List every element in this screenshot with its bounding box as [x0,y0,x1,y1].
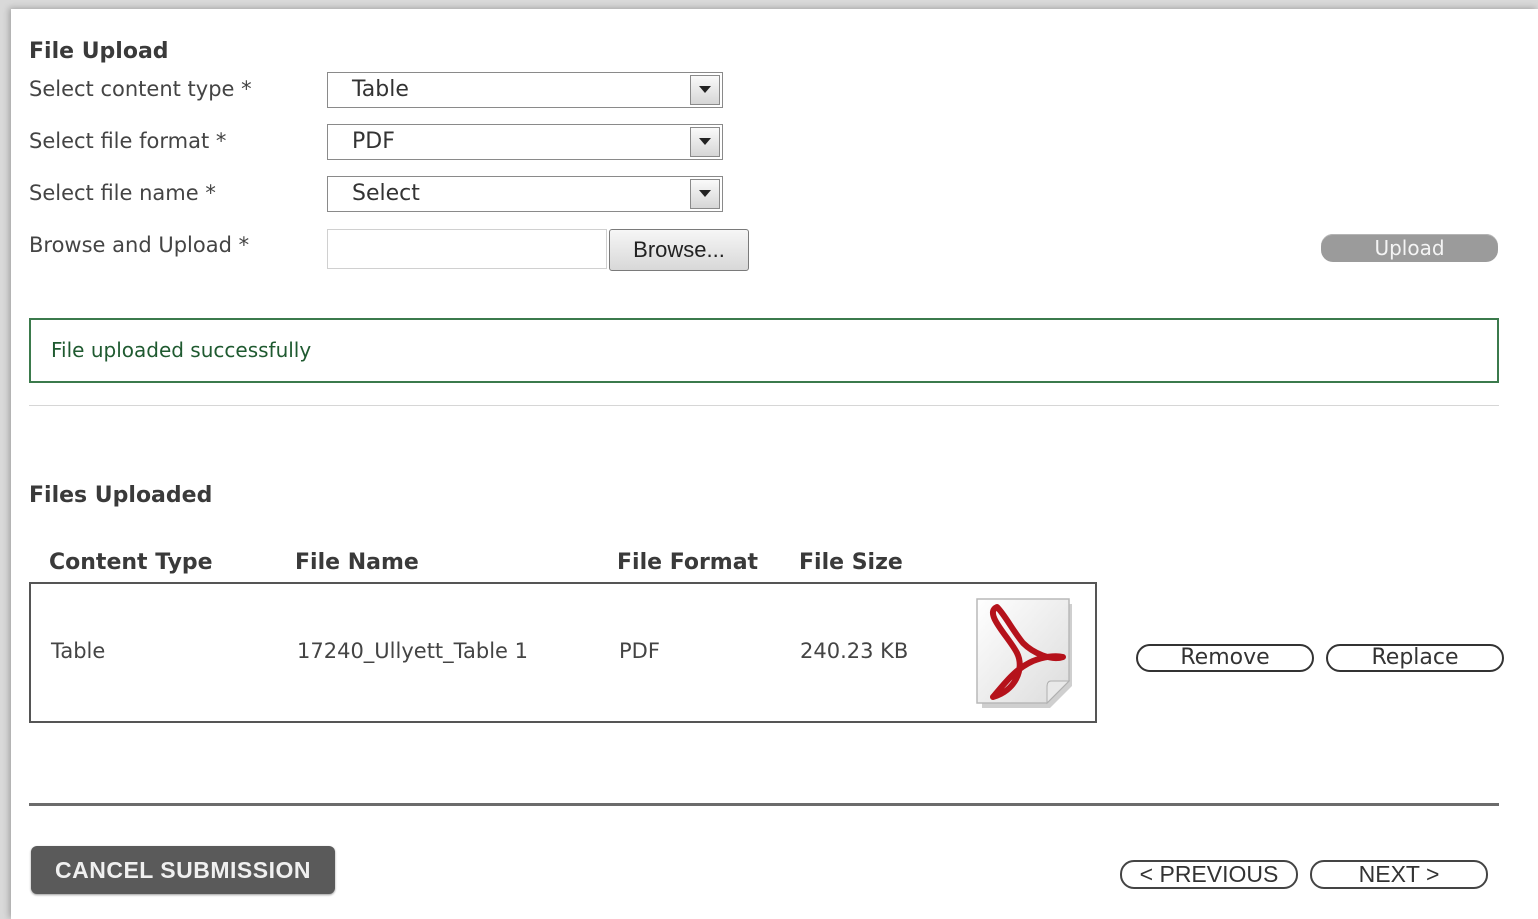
footer-divider [29,803,1499,806]
next-button[interactable]: NEXT > [1310,860,1488,889]
content-type-dropdown-button[interactable] [690,75,720,105]
remove-button[interactable]: Remove [1136,644,1314,672]
browse-button[interactable]: Browse... [609,229,749,271]
chevron-down-icon [699,138,711,145]
row-file-size: 240.23 KB [800,639,909,663]
file-upload-title: File Upload [29,39,169,64]
row-file-format: PDF [619,639,660,663]
row-content-type: Table [51,639,106,663]
replace-button[interactable]: Replace [1326,644,1504,672]
file-format-value: PDF [352,129,395,154]
file-name-label: Select file name * [29,181,216,205]
table-row [29,582,1097,723]
pdf-file-icon[interactable] [975,597,1075,709]
previous-button[interactable]: < PREVIOUS [1120,860,1298,889]
files-uploaded-title: Files Uploaded [29,483,213,508]
column-header-file-name: File Name [295,550,419,575]
file-name-value: Select [352,181,420,206]
browse-upload-label: Browse and Upload * [29,233,250,257]
content-type-label: Select content type * [29,77,252,101]
success-message-box: File uploaded successfully [29,318,1499,383]
upload-button[interactable]: Upload [1321,234,1498,262]
chevron-down-icon [699,190,711,197]
file-format-dropdown-button[interactable] [690,127,720,157]
column-header-file-size: File Size [799,550,903,575]
column-header-content-type: Content Type [49,550,213,575]
content-type-select[interactable]: Table [327,72,723,108]
file-format-select[interactable]: PDF [327,124,723,160]
column-header-file-format: File Format [617,550,759,575]
cancel-submission-button[interactable]: CANCEL SUBMISSION [31,846,335,894]
file-format-label: Select file format * [29,129,227,153]
file-name-select[interactable]: Select [327,176,723,212]
divider [29,405,1499,406]
file-name-dropdown-button[interactable] [690,179,720,209]
chevron-down-icon [699,86,711,93]
file-path-input[interactable] [327,229,607,269]
content-type-value: Table [352,77,409,102]
success-message: File uploaded successfully [51,338,312,362]
file-upload-panel: File Upload Select content type * Table … [11,9,1538,919]
row-file-name: 17240_Ullyett_Table 1 [297,639,528,663]
